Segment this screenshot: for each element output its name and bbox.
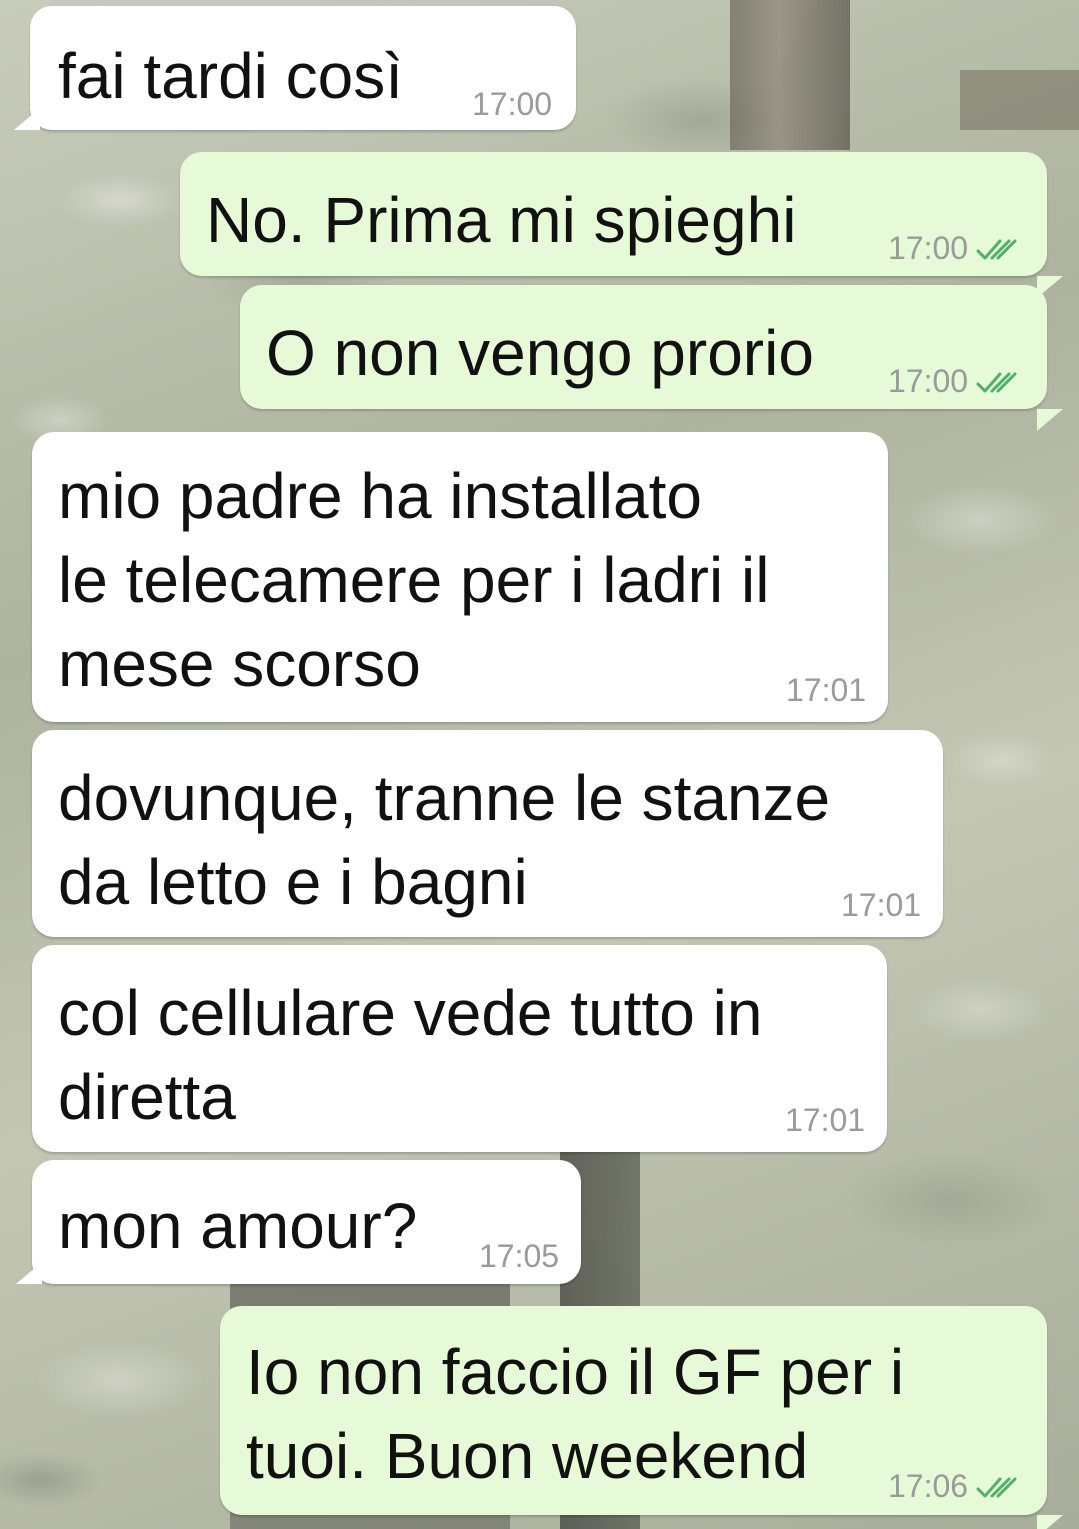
message-meta: 17:01 xyxy=(786,672,866,709)
message-bubble-outgoing[interactable]: Io non faccio il GF per i tuoi. Buon wee… xyxy=(220,1306,1047,1515)
message-bubble-incoming[interactable]: fai tardi così 17:00 xyxy=(14,6,576,130)
message-meta: 17:01 xyxy=(841,887,921,924)
message-bubble-incoming[interactable]: mio padre ha installato le telecamere pe… xyxy=(32,432,888,722)
message-meta: 17:00 xyxy=(888,363,1022,400)
message-meta: 17:00 xyxy=(472,86,552,123)
message-time: 17:01 xyxy=(785,1102,866,1138)
message-text: Io non faccio il GF per i tuoi. Buon wee… xyxy=(246,1336,905,1492)
wallpaper-beam xyxy=(960,70,1079,130)
double-check-icon xyxy=(976,1477,1017,1497)
message-bubble-outgoing[interactable]: No. Prima mi spieghi 17:00 xyxy=(180,152,1047,276)
message-text: O non vengo prorio xyxy=(266,317,814,389)
message-text: mio padre ha installato le telecamere pe… xyxy=(58,460,770,700)
message-bubble-outgoing[interactable]: O non vengo prorio 17:00 xyxy=(240,285,1047,409)
message-time: 17:00 xyxy=(472,86,553,122)
double-check-icon xyxy=(976,372,1017,392)
message-meta: 17:00 xyxy=(888,230,1022,267)
message-text: col cellulare vede tutto in diretta xyxy=(58,977,763,1133)
message-meta: 17:01 xyxy=(785,1102,865,1139)
message-time: 17:05 xyxy=(479,1238,560,1274)
message-bubble-incoming[interactable]: mon amour? 17:05 xyxy=(16,1160,581,1284)
message-text: No. Prima mi spieghi xyxy=(206,184,797,256)
message-time: 17:00 xyxy=(888,363,969,399)
message-time: 17:01 xyxy=(841,887,922,923)
message-meta: 17:06 xyxy=(888,1468,1022,1505)
message-time: 17:00 xyxy=(888,230,969,266)
message-text: fai tardi così xyxy=(58,40,404,112)
wallpaper-post xyxy=(730,0,850,150)
message-meta: 17:05 xyxy=(479,1238,559,1275)
message-bubble-incoming[interactable]: col cellulare vede tutto in diretta 17:0… xyxy=(32,945,887,1152)
message-time: 17:01 xyxy=(786,672,867,708)
message-bubble-incoming[interactable]: dovunque, tranne le stanze da letto e i … xyxy=(32,730,943,937)
double-check-icon xyxy=(976,239,1017,259)
message-text: dovunque, tranne le stanze da letto e i … xyxy=(58,762,831,918)
message-time: 17:06 xyxy=(888,1468,969,1504)
message-text: mon amour? xyxy=(58,1190,418,1262)
